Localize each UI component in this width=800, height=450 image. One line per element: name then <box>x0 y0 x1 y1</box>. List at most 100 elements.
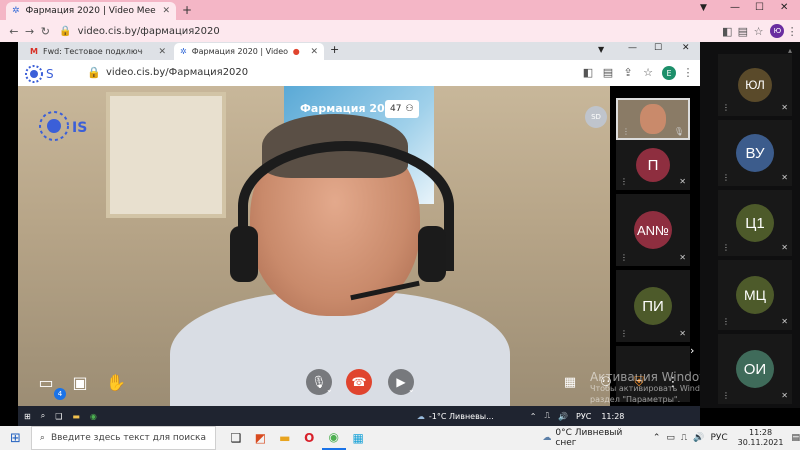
back-icon[interactable]: ← <box>6 25 22 38</box>
collapse-icon[interactable]: ▴ <box>788 46 796 55</box>
menu-icon[interactable]: ⋮ <box>784 25 800 38</box>
tray-arrow-icon[interactable]: ⌃ <box>653 433 661 443</box>
participant-tile[interactable]: ВУ ⋮ ✕ <box>718 120 792 186</box>
outer-tab-active[interactable]: ✲ Фармация 2020 | Video Mee ✕ <box>6 2 176 20</box>
close-icon[interactable]: ✕ <box>162 6 170 16</box>
translate-icon[interactable]: ▤ <box>600 66 616 79</box>
participant-count: 47 <box>390 104 402 114</box>
volume-icon[interactable]: 🔊 <box>558 412 568 421</box>
participant-count-badge[interactable]: 47 ⚇ <box>385 100 419 118</box>
svg-text:S: S <box>46 67 54 81</box>
mic-muted-icon: ✕ <box>679 177 686 186</box>
menu-icon[interactable]: ⋮ <box>680 66 696 79</box>
participant-tile[interactable]: ОИ ⋮ ✕ <box>718 334 792 404</box>
camera-icon[interactable]: ◧ <box>719 25 735 38</box>
windows-start-icon[interactable]: ⊞ <box>10 431 21 446</box>
network-icon[interactable]: ⎍ <box>681 433 687 443</box>
chevron-down-icon[interactable]: ⌄ <box>408 385 415 394</box>
participant-tile[interactable]: МЦ ⋮ ✕ <box>718 260 792 330</box>
forward-icon[interactable]: → <box>22 25 38 38</box>
new-tab-button[interactable]: + <box>330 43 339 56</box>
close-window-icon[interactable]: ✕ <box>682 43 690 53</box>
tray-arrow-icon[interactable]: ⌃ <box>530 412 537 421</box>
language-indicator[interactable]: РУС <box>710 433 727 443</box>
weather-text[interactable]: 0°C Ливневый снег <box>555 428 640 448</box>
clock-date: 30.11.2021 <box>737 438 784 447</box>
opera-icon[interactable]: O <box>297 426 321 450</box>
inner-tab-active[interactable]: ✲ Фармация 2020 | Video Mee ● ✕ <box>174 43 324 60</box>
participant-initials: МЦ <box>743 287 767 303</box>
address-text[interactable]: video.cis.by/Фармация2020 <box>106 67 248 78</box>
maximize-icon[interactable]: ☐ <box>755 2 764 13</box>
more-icon[interactable]: ⋮ <box>620 253 628 262</box>
search-icon[interactable]: ⌕ <box>41 411 45 421</box>
chrome-icon[interactable]: ◉ <box>321 426 346 450</box>
battery-icon[interactable]: ▭ <box>666 433 675 443</box>
lock-icon: 🔒 <box>87 66 101 79</box>
more-icon[interactable]: ⋮ <box>722 243 730 252</box>
office-icon[interactable]: ◩ <box>248 426 272 450</box>
mic-icon: 🎙 <box>673 127 684 136</box>
more-icon[interactable]: ⋮ <box>620 329 628 338</box>
raise-hand-icon[interactable]: ✋ <box>106 372 126 392</box>
screen-share-icon[interactable]: ▣ <box>70 372 90 392</box>
scroll-right-icon[interactable]: › <box>690 344 694 357</box>
close-window-icon[interactable]: ✕ <box>780 2 788 13</box>
star-icon[interactable]: ☆ <box>751 25 767 38</box>
file-explorer-icon[interactable]: ▬ <box>72 412 80 421</box>
close-icon[interactable]: ✕ <box>310 47 318 57</box>
weather-text[interactable]: -1°C Ливневы... <box>429 412 494 421</box>
task-view-icon[interactable]: ❑ <box>55 412 62 421</box>
participant-tile[interactable]: П ⋮ ✕ <box>616 140 690 190</box>
tab-search-icon[interactable]: ▼ <box>598 45 604 54</box>
app-icon[interactable]: ▦ <box>346 426 370 450</box>
share-icon[interactable]: ⇪ <box>620 66 636 79</box>
outer-toolbar: ← → ↻ 🔒 video.cis.by/фармация2020 ◧ ▤ ☆ … <box>0 20 800 42</box>
more-icon[interactable]: ⋮ <box>722 317 730 326</box>
close-icon[interactable]: ✕ <box>158 47 166 57</box>
file-explorer-icon[interactable]: ▬ <box>273 426 297 450</box>
taskbar-search-input[interactable]: ⌕ Введите здесь текст для поиска <box>30 426 216 450</box>
participant-tile[interactable]: ПИ ⋮ ✕ <box>616 270 690 342</box>
minimize-icon[interactable]: — <box>730 2 740 13</box>
participants-icon: ⚇ <box>405 104 414 114</box>
camera-icon[interactable]: ◧ <box>580 66 596 79</box>
inner-tab-gmail[interactable]: M Fwd: Тестовое подключение - ✕ <box>24 43 172 60</box>
volume-icon[interactable]: 🔊 <box>693 433 704 443</box>
self-view-tile[interactable]: ⋮ 🎙 <box>616 98 690 140</box>
more-icon[interactable]: ⋮ <box>722 173 730 182</box>
address-bar[interactable]: 🔒 video.cis.by/фармация2020 <box>59 23 649 39</box>
star-icon[interactable]: ☆ <box>640 66 656 79</box>
task-view-icon[interactable]: ❑ <box>224 426 248 450</box>
participant-tile[interactable]: AN№ ⋮ ✕ <box>616 194 690 266</box>
language-indicator[interactable]: РУС <box>576 412 591 421</box>
chevron-down-icon[interactable]: ⌄ <box>326 385 333 394</box>
participant-tile[interactable]: Ц1 ⋮ ✕ <box>718 190 792 256</box>
chrome-icon[interactable]: ◉ <box>90 412 97 421</box>
maximize-icon[interactable]: ☐ <box>654 43 662 53</box>
new-tab-button[interactable]: + <box>182 3 192 17</box>
more-icon[interactable]: ⋮ <box>622 127 630 136</box>
network-icon[interactable]: ⎍ <box>544 411 550 421</box>
notifications-icon[interactable]: ▤ <box>791 433 800 443</box>
participant-avatar: ОИ <box>736 350 774 388</box>
camera-off-icon: ▶ <box>396 375 406 389</box>
more-icon[interactable]: ⋮ <box>620 177 628 186</box>
hangup-button[interactable]: ☎ <box>346 369 372 395</box>
profile-avatar[interactable]: E <box>662 66 676 80</box>
reload-icon[interactable]: ↻ <box>37 25 53 38</box>
more-icon[interactable]: ⋮ <box>722 103 730 112</box>
participant-tile[interactable]: ЮЛ ⋮ ✕ <box>718 54 792 116</box>
tab-search-icon[interactable]: ▼ <box>700 3 707 13</box>
participant-initials: ОИ <box>743 360 767 378</box>
more-icon[interactable]: ⋮ <box>722 391 730 400</box>
chat-icon[interactable]: ▭ <box>36 372 56 392</box>
participant-avatar: ВУ <box>736 134 774 172</box>
tile-view-icon[interactable]: ▦ <box>560 372 580 392</box>
profile-avatar[interactable]: Ю <box>770 24 785 38</box>
clock-time[interactable]: 11:28 <box>601 412 624 421</box>
translate-icon[interactable]: ▤ <box>735 25 751 38</box>
minimize-icon[interactable]: — <box>628 43 637 53</box>
clock[interactable]: 11:28 30.11.2021 <box>738 428 784 448</box>
windows-start-icon[interactable]: ⊞ <box>24 412 31 421</box>
